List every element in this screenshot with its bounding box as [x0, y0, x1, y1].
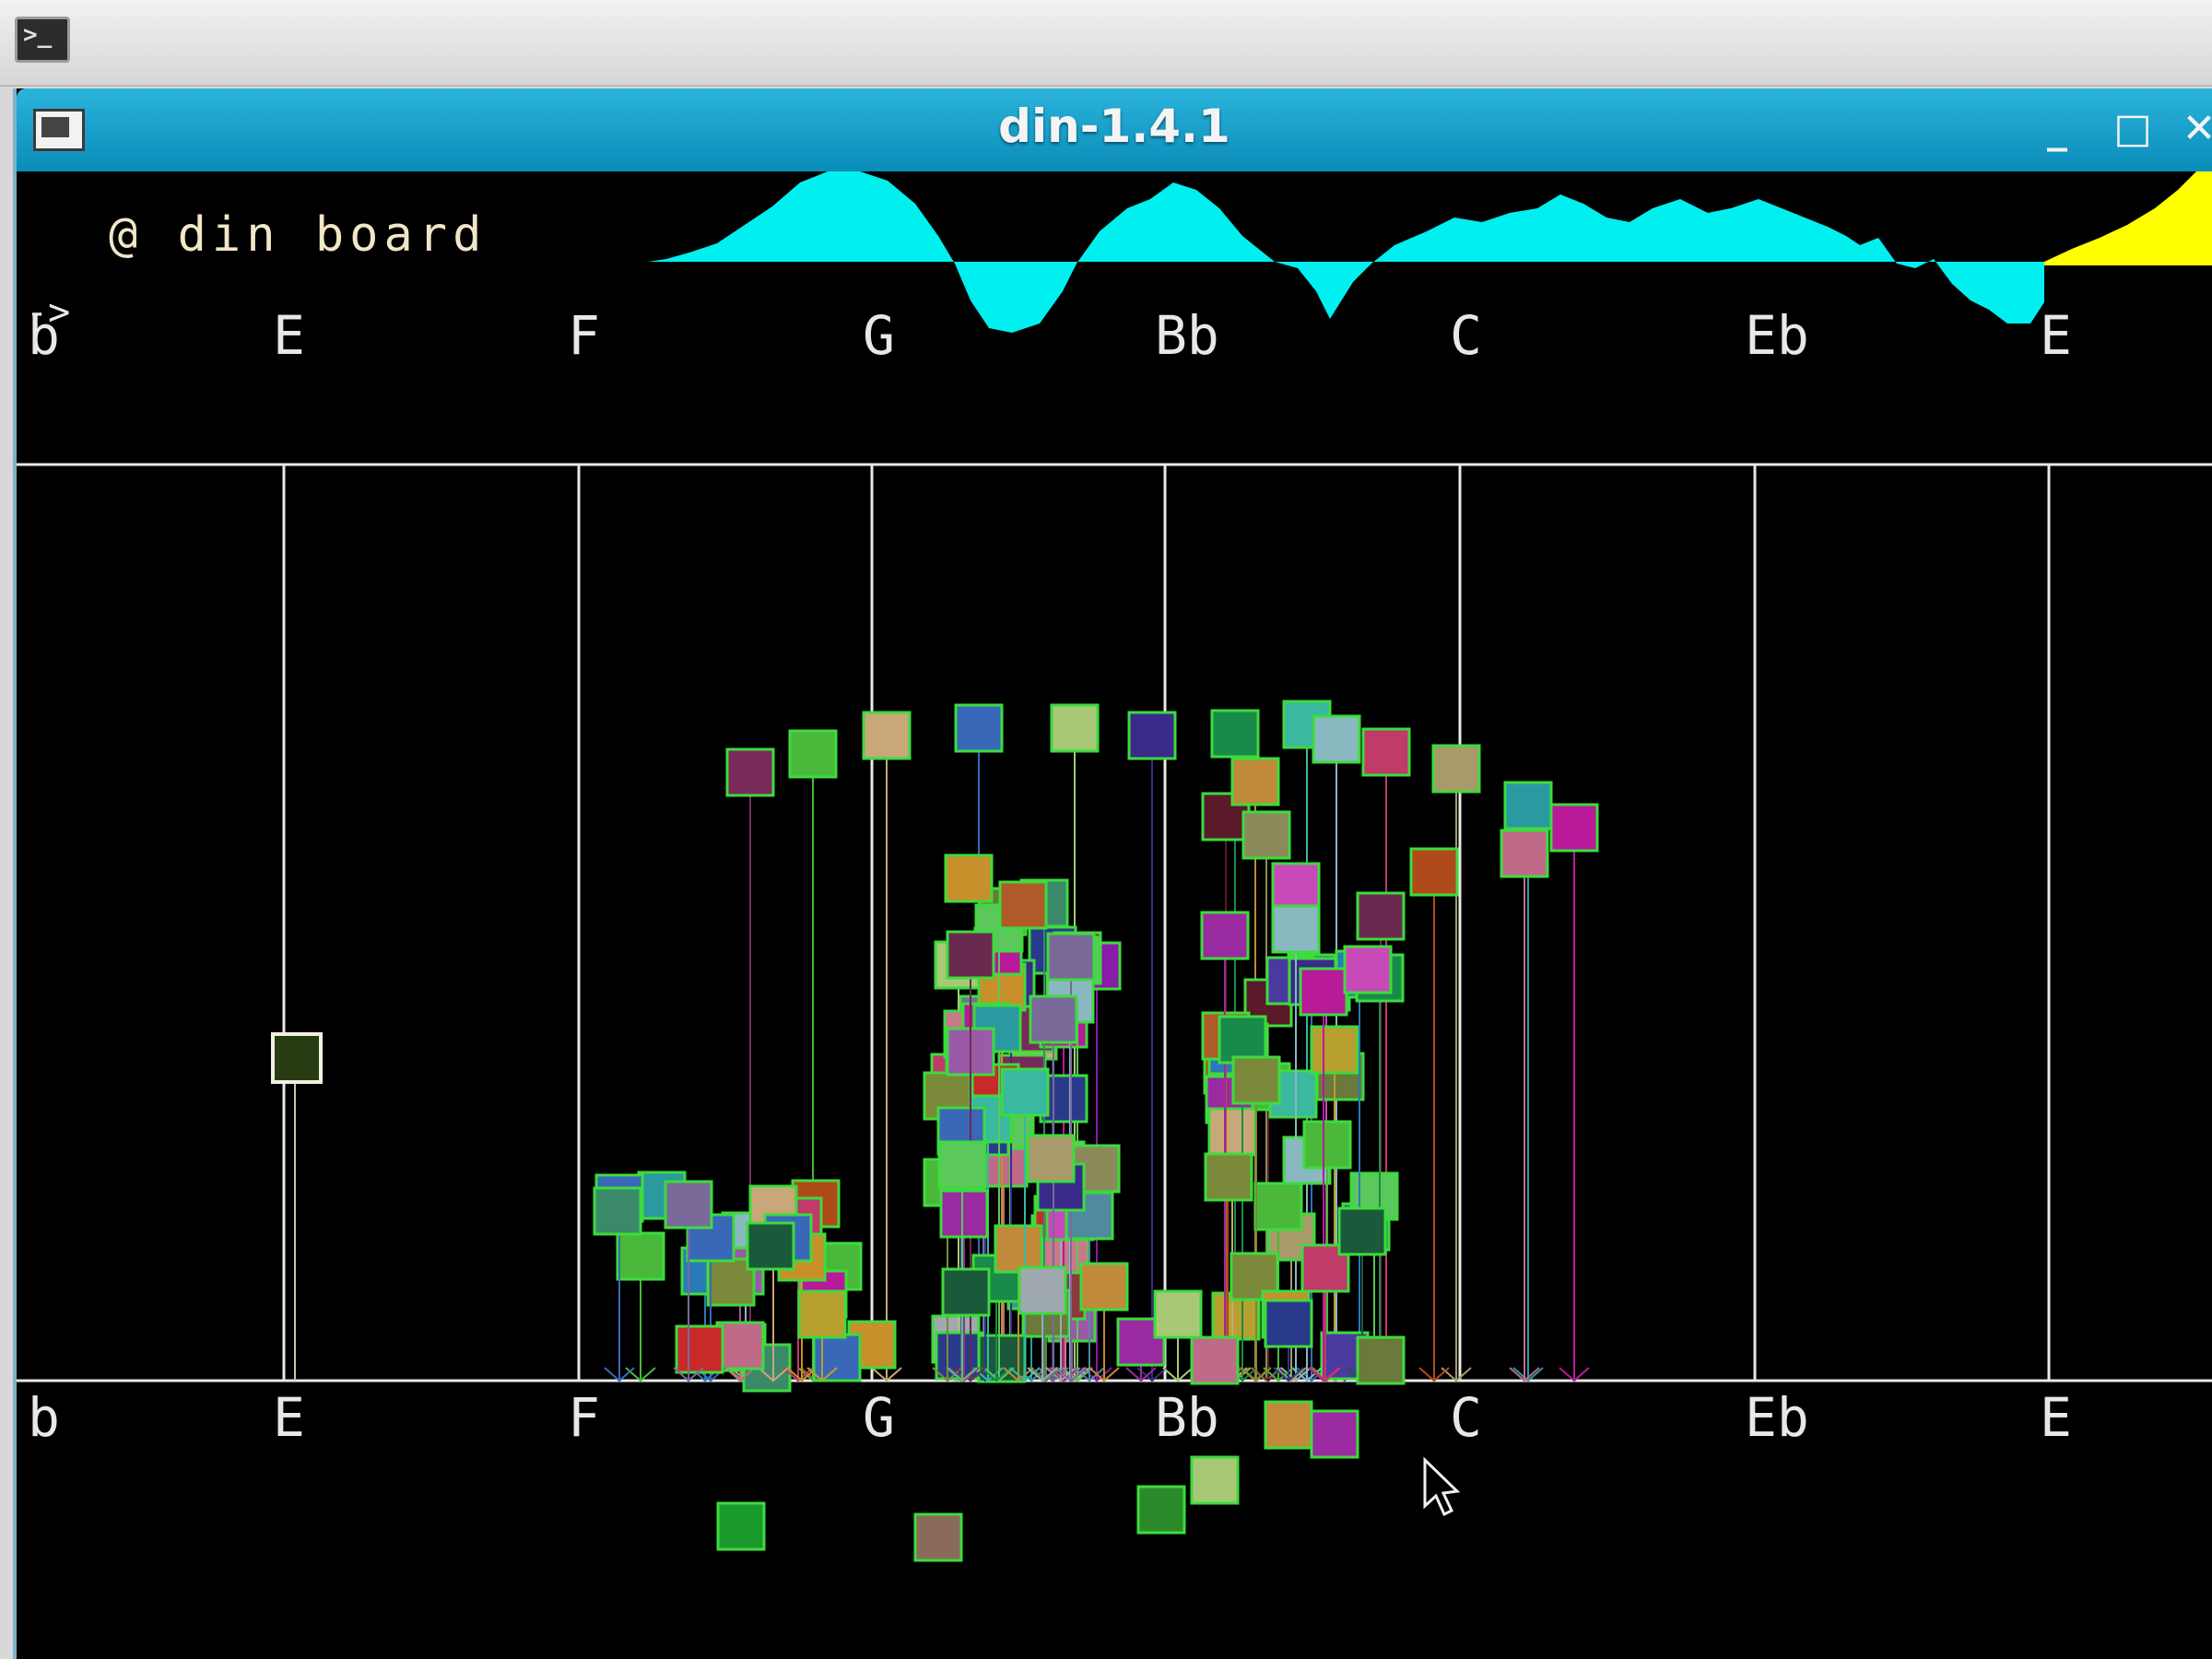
drone-square[interactable]: [1018, 1265, 1067, 1315]
note-label-top: C: [1450, 304, 1482, 367]
drone-square[interactable]: [1046, 932, 1096, 982]
drone-square[interactable]: [1136, 1485, 1186, 1535]
drone-square[interactable]: [1029, 994, 1078, 1044]
drone-square[interactable]: [1210, 709, 1260, 759]
terminal-launcher-icon[interactable]: >_: [15, 17, 70, 63]
din-window: din-1.4.1 _ □ ✕ @ din board -> b E F G B…: [13, 88, 2212, 1659]
drone-square[interactable]: [716, 1501, 766, 1551]
note-label-bottom: F: [568, 1386, 600, 1449]
drone-square[interactable]: [1356, 891, 1406, 941]
drone-square[interactable]: [1361, 727, 1411, 777]
drone-square[interactable]: [1241, 810, 1291, 860]
desktop-panel: >_: [0, 0, 2212, 87]
window-titlebar[interactable]: din-1.4.1 _ □ ✕: [17, 88, 2212, 171]
drone-square[interactable]: [1204, 1152, 1253, 1202]
note-label-top: Eb: [1745, 304, 1809, 367]
drone-square[interactable]: [941, 1267, 991, 1317]
drone-square[interactable]: [937, 1140, 987, 1190]
drone-square[interactable]: [675, 1324, 724, 1374]
minimize-button[interactable]: _: [2031, 103, 2083, 155]
drone-square[interactable]: [1026, 1134, 1076, 1183]
drone-square[interactable]: [1153, 1289, 1203, 1339]
drone-square[interactable]: [1271, 862, 1321, 912]
drone-square[interactable]: [1310, 1025, 1359, 1075]
drone-square[interactable]: [788, 729, 838, 779]
drone-square[interactable]: [664, 1180, 713, 1230]
drone-square[interactable]: [1079, 1262, 1129, 1312]
drone-square[interactable]: [913, 1512, 963, 1562]
note-label-top: Bb: [1155, 304, 1219, 367]
din-board-canvas[interactable]: @ din board -> b E F G Bb C Eb E b E F G…: [17, 171, 2212, 1659]
drone-square[interactable]: [1431, 744, 1481, 794]
drone-square[interactable]: [1127, 711, 1177, 760]
drone-square[interactable]: [1200, 911, 1250, 960]
drone-square[interactable]: [1230, 757, 1280, 806]
waveform-yellow: [2044, 171, 2212, 265]
drone-square[interactable]: [1310, 1409, 1359, 1459]
drone-square[interactable]: [1409, 847, 1459, 897]
note-label-top: F: [568, 304, 600, 367]
drone-square[interactable]: [1190, 1335, 1240, 1385]
drone-square[interactable]: [1302, 1120, 1352, 1170]
mouse-cursor-icon: [1423, 1456, 1461, 1517]
drone-square[interactable]: [1253, 1182, 1303, 1231]
note-label-bottom: E: [2040, 1386, 2072, 1449]
drone-square[interactable]: [1271, 904, 1321, 954]
note-label-bottom: E: [273, 1386, 305, 1449]
drone-square[interactable]: [1500, 829, 1549, 878]
waveform-cyan: [648, 171, 2044, 333]
drone-square[interactable]: [1050, 703, 1100, 753]
maximize-button[interactable]: □: [2107, 103, 2159, 155]
drone-square[interactable]: [1356, 1335, 1406, 1385]
drone-square[interactable]: [1231, 1055, 1281, 1105]
note-label-top: b: [28, 304, 60, 367]
drone-square[interactable]: [812, 1333, 862, 1382]
drone-square[interactable]: [1190, 1455, 1240, 1505]
window-title: din-1.4.1: [998, 100, 1230, 153]
drone-square[interactable]: [862, 711, 912, 760]
drone-square[interactable]: [797, 1289, 847, 1339]
drone-square[interactable]: [593, 1186, 642, 1236]
drone-square[interactable]: [1503, 781, 1553, 830]
note-label-bottom: Eb: [1745, 1386, 1809, 1449]
note-label-bottom: C: [1450, 1386, 1482, 1449]
drone-square[interactable]: [1207, 1107, 1257, 1157]
drone-square[interactable]: [954, 703, 1004, 753]
note-label-top: E: [2040, 304, 2072, 367]
drone-square[interactable]: [746, 1221, 795, 1271]
selected-drone-square[interactable]: [271, 1032, 323, 1084]
note-label-bottom: G: [863, 1386, 895, 1449]
drone-square[interactable]: [1343, 945, 1393, 994]
board-header: @ din board: [109, 207, 487, 263]
drone-square[interactable]: [944, 853, 994, 903]
drone-square[interactable]: [939, 1189, 989, 1239]
drone-square[interactable]: [616, 1231, 665, 1281]
drone-square[interactable]: [994, 1224, 1043, 1274]
close-button[interactable]: ✕: [2173, 103, 2212, 155]
note-label-top: E: [273, 304, 305, 367]
note-label-bottom: Bb: [1155, 1386, 1219, 1449]
note-label-top: G: [863, 304, 895, 367]
drone-square[interactable]: [1549, 803, 1599, 853]
drone-square[interactable]: [1299, 967, 1348, 1017]
drone-square[interactable]: [998, 880, 1048, 930]
drone-square[interactable]: [1000, 1067, 1050, 1117]
drone-square[interactable]: [1264, 1400, 1313, 1450]
note-label-bottom: b: [28, 1386, 60, 1449]
drone-square[interactable]: [946, 930, 995, 980]
drone-square[interactable]: [1264, 1299, 1313, 1348]
drone-square[interactable]: [1337, 1206, 1387, 1256]
drone-square[interactable]: [725, 747, 775, 797]
drone-square[interactable]: [1312, 714, 1361, 764]
